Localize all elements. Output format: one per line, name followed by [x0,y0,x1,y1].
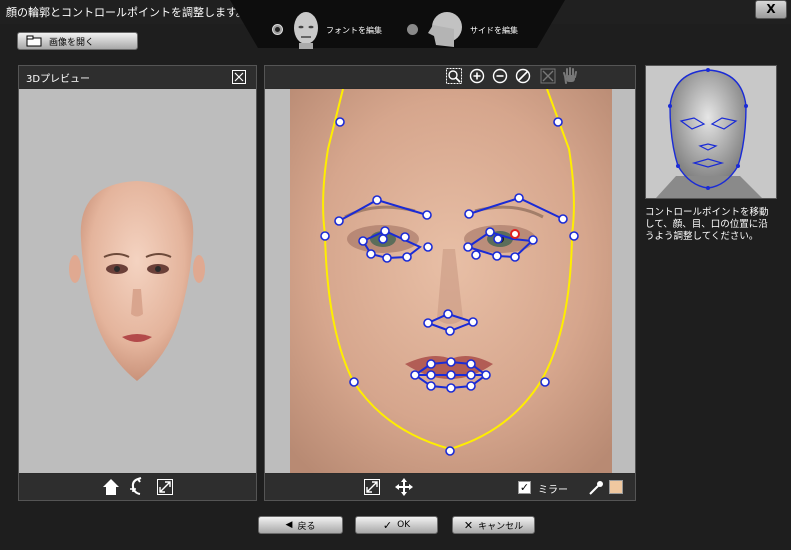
skin-color-swatch[interactable] [609,480,623,494]
mirror-checkbox[interactable]: ✓ [518,481,531,494]
front-head-icon [294,12,318,49]
move-icon[interactable] [394,477,414,497]
side-edit-label[interactable]: サイドを編集 [470,25,518,36]
reference-head-icon [656,68,762,198]
selected-control-point [510,229,520,239]
home-icon[interactable] [102,478,120,496]
front-edit-radio[interactable] [272,24,283,35]
preview-head-model [69,181,205,381]
editor-toolbar [265,474,635,500]
no-icon[interactable] [515,68,531,84]
left-arrow-icon: ◀ [285,520,293,530]
side-head-icon [428,12,462,47]
preview-title: 3Dプレビュー [26,74,91,85]
instructions-text: コントロールポイントを移動して、顔、目、口の位置に沿うよう調整してください。 [645,207,769,242]
ok-label: OK [397,520,411,530]
open-image-label: 画像を開く [49,37,95,48]
window-title: 顔の輪郭とコントロールポイントを調整します。 [6,6,247,19]
hand-icon[interactable] [562,67,578,84]
check-icon: ✓ [382,518,393,532]
zoom-out-icon[interactable] [492,68,508,84]
eyedropper-icon[interactable] [588,480,604,496]
folder-icon [26,35,42,47]
rotate-icon[interactable] [128,477,148,497]
fit-icon[interactable] [540,68,556,84]
mirror-label: ミラー [538,485,568,496]
zoom-in-icon[interactable] [469,68,485,84]
x-icon: ✕ [463,518,474,532]
open-image-button[interactable]: 画像を開く [17,32,138,50]
back-button[interactable]: ◀ 戻る [258,516,343,534]
maximize-icon[interactable] [232,70,246,84]
front-edit-label[interactable]: フォントを編集 [326,25,382,36]
cancel-button[interactable]: ✕ キャンセル [452,516,535,534]
back-label: 戻る [297,521,316,532]
side-edit-radio[interactable] [407,24,418,35]
fit-view-icon[interactable] [364,479,380,495]
zoom-region-icon[interactable] [446,68,462,84]
resize-icon[interactable] [157,479,173,495]
face-photo-canvas[interactable] [265,89,635,473]
ok-button[interactable]: ✓ OK [355,516,438,534]
close-button[interactable]: X [755,0,787,19]
cancel-label: キャンセル [478,521,524,532]
